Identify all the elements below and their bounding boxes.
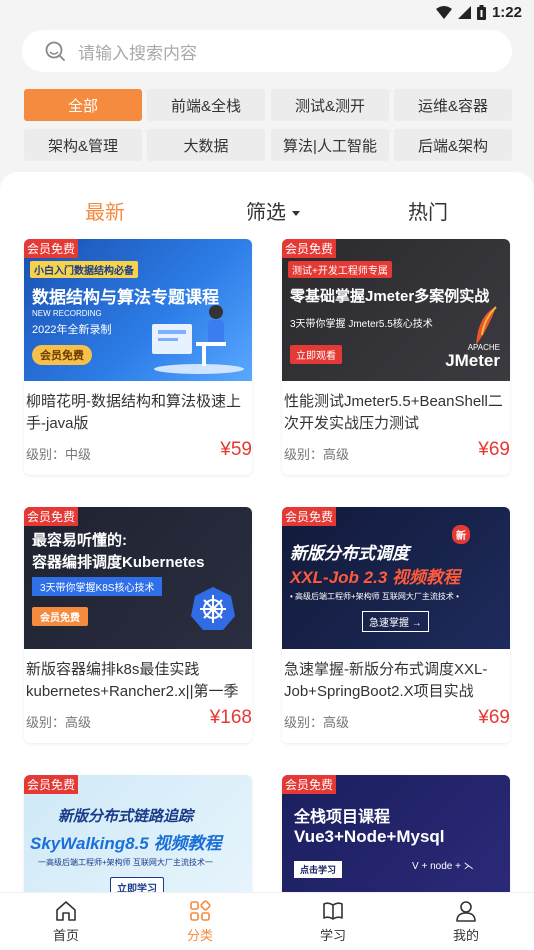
course-title: 急速掌握-新版分布式调度XXL-Job+SpringBoot2.X项目实战 [284,661,488,700]
nav-label: 我的 [452,928,479,943]
course-title: 柳暗花明-数据结构和算法极速上手-java版 [26,393,241,432]
tech-logos: V + node + ⋋ [412,861,474,872]
new-tag: 新 [452,525,470,544]
thumb-sub: NEW RECORDING [32,309,102,318]
thumb-button: 立即学习 [110,877,164,892]
tab-hot[interactable]: 热门 [408,196,448,225]
status-icons: 1:22 [435,4,522,21]
member-free-badge: 会员免费 [24,239,79,258]
course-thumbnail: 会员免费 测试+开发工程师专属 零基础掌握Jmeter多案例实战 3天带你掌握 … [282,239,510,381]
course-level: 级别：高级 [284,715,350,730]
category-bigdata[interactable]: 大数据 [147,129,265,161]
thumb-button: 会员免费 [32,607,88,626]
person-illustration-icon [152,305,244,374]
signal-icon [457,6,471,19]
course-title: 新版容器编排k8s最佳实践kubernetes+Rancher2.x||第一季 [26,661,239,700]
course-panel: 最新 筛选 热门 会员免费 小白入门数据结构必备 数据结构与算法专题课程 NEW… [0,172,534,892]
thumb-title-2: XXL-Job 2.3 视频教程 [290,568,461,587]
nav-category[interactable]: 分类 [160,899,240,944]
nav-label: 分类 [186,928,213,943]
course-card[interactable]: 会员免费 新版分布式链路追踪 SkyWalking8.5 视频教程 一高级后端工… [24,775,252,892]
nav-label: 学习 [319,928,346,943]
thumb-button: 点击学习 [294,861,343,878]
course-price: ¥69 [478,707,510,728]
home-icon [56,901,76,921]
category-testing[interactable]: 测试&测开 [271,89,389,121]
course-level: 级别：高级 [284,447,350,462]
nav-label: 首页 [52,928,79,943]
book-icon [323,902,343,920]
course-price: ¥59 [220,439,252,460]
tab-filter-label: 筛选 [246,202,286,224]
jmeter-logo: JMeter [445,351,500,370]
battery-icon [476,5,486,20]
wifi-icon [435,6,452,19]
thumb-sub: 3天带你掌握 Jmeter5.5核心技术 [290,319,433,330]
course-price: ¥168 [209,707,252,728]
bottom-nav: 首页 分类 学习 我的 [0,892,534,950]
course-card[interactable]: 会员免费 最容易听懂的: 容器编排调度Kubernetes 3天带你掌握K8S核… [24,507,252,743]
thumb-title-2: 容器编排调度Kubernetes [32,554,205,571]
thumb-title: 最容易听懂的: [32,532,127,549]
category-frontend[interactable]: 前端&全栈 [147,89,265,121]
course-price: ¥69 [478,439,510,460]
course-thumbnail: 会员免费 小白入门数据结构必备 数据结构与算法专题课程 NEW RECORDIN… [24,239,252,381]
member-free-badge: 会员免费 [24,775,79,794]
caret-down-icon [292,211,300,217]
sort-tabs: 最新 筛选 热门 [0,196,534,226]
member-free-badge: 会员免费 [282,239,337,258]
category-ai[interactable]: 算法|人工智能 [271,129,389,161]
thumb-title-2: Vue3+Node+Mysql [294,827,445,846]
search-icon [45,41,65,61]
nav-mine[interactable]: 我的 [426,899,506,944]
course-card[interactable]: 会员免费 新 新版分布式调度 XXL-Job 2.3 视频教程 • 高级后端工程… [282,507,510,743]
thumb-tag: 测试+开发工程师专属 [288,261,392,278]
tab-latest[interactable]: 最新 [85,196,125,225]
course-level: 级别：高级 [26,715,92,730]
category-all[interactable]: 全部 [24,89,142,121]
thumb-button: 会员免费 [32,345,92,365]
member-free-badge: 会员免费 [24,507,79,526]
thumb-button: 立即观看 [290,345,342,364]
category-icon [190,900,211,921]
thumb-title: 零基础掌握Jmeter多案例实战 [290,288,490,305]
nav-study[interactable]: 学习 [293,899,373,944]
thumb-sub: 3天带你掌握K8S核心技术 [32,577,163,596]
course-card[interactable]: 会员免费 全栈项目课程 Vue3+Node+Mysql 点击学习 V + nod… [282,775,510,892]
status-bar: 1:22 [0,0,534,28]
member-free-badge: 会员免费 [282,507,337,526]
nav-home[interactable]: 首页 [26,899,106,944]
search-bar[interactable]: 请输入搜索内容 [22,30,512,72]
course-card[interactable]: 会员免费 小白入门数据结构必备 数据结构与算法专题课程 NEW RECORDIN… [24,239,252,475]
course-thumbnail: 会员免费 最容易听懂的: 容器编排调度Kubernetes 3天带你掌握K8S核… [24,507,252,649]
course-level: 级别：中级 [26,447,92,462]
course-thumbnail: 会员免费 新版分布式链路追踪 SkyWalking8.5 视频教程 一高级后端工… [24,775,252,892]
thumb-sub: 一高级后端工程师+架构师 互联网大厂主流技术一 [38,858,213,867]
thumb-tag: 小白入门数据结构必备 [30,261,138,278]
thumb-button: 急速掌握 → [362,611,429,632]
course-title: 性能测试Jmeter5.5+BeanShell二次开发实战压力测试 [284,393,503,432]
course-thumbnail: 会员免费 全栈项目课程 Vue3+Node+Mysql 点击学习 V + nod… [282,775,510,892]
status-time: 1:22 [491,4,522,21]
category-backend[interactable]: 后端&架构 [394,129,512,161]
course-card[interactable]: 会员免费 测试+开发工程师专属 零基础掌握Jmeter多案例实战 3天带你掌握 … [282,239,510,475]
thumb-title: 新版分布式链路追踪 [58,808,194,825]
kubernetes-icon [191,587,235,630]
thumb-title: 全栈项目课程 [294,809,391,826]
tab-filter[interactable]: 筛选 [246,196,300,225]
thumb-sub: 2022年全新录制 [32,324,112,336]
member-free-badge: 会员免费 [282,775,337,794]
thumb-sub: • 高级后端工程师+架构师 互联网大厂主流技术 • [290,592,459,601]
course-thumbnail: 会员免费 新 新版分布式调度 XXL-Job 2.3 视频教程 • 高级后端工程… [282,507,510,649]
user-icon [456,901,476,922]
category-architecture[interactable]: 架构&管理 [24,129,142,161]
thumb-title-2: SkyWalking8.5 视频教程 [30,834,222,853]
category-ops[interactable]: 运维&容器 [394,89,512,121]
search-input[interactable]: 请输入搜索内容 [78,39,197,64]
thumb-title: 新版分布式调度 [290,544,409,563]
